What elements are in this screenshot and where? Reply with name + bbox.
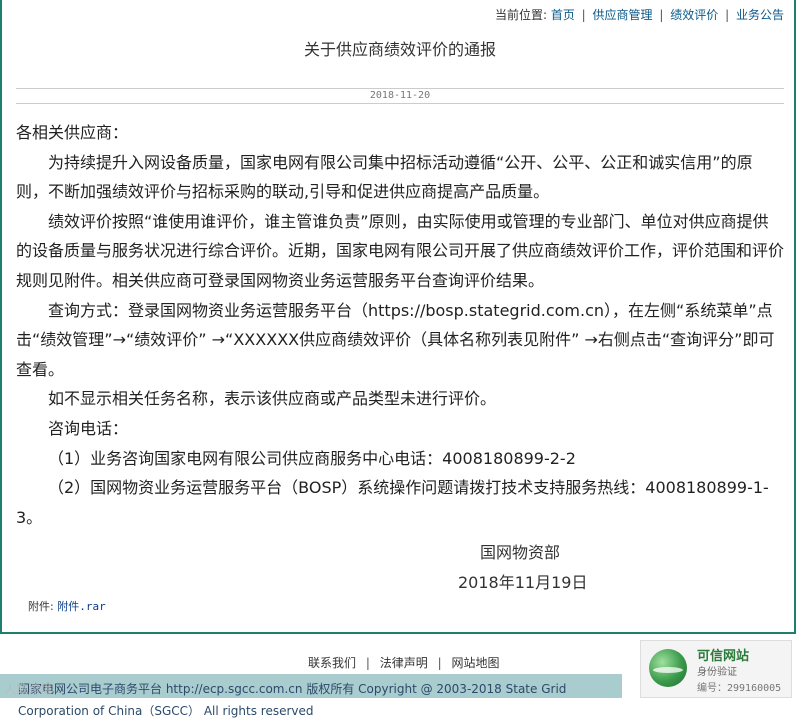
- trust-badge[interactable]: 可信网站 身份验证 编号：299160005: [640, 640, 792, 698]
- breadcrumb-prefix: 当前位置:: [494, 8, 547, 22]
- paragraph: 如不显示相关任务名称，表示该供应商或产品类型未进行评价。: [48, 389, 497, 409]
- trust-badge-subtitle: 身份验证: [697, 667, 737, 678]
- attachment: 附件: 附件.rar: [28, 598, 106, 614]
- trust-badge-title: 可信网站: [697, 649, 750, 664]
- divider: [16, 103, 784, 104]
- breadcrumb-separator: |: [659, 8, 664, 22]
- breadcrumb-home-link[interactable]: 首页: [551, 8, 575, 22]
- salutation: 各相关供应商：: [16, 123, 129, 142]
- paragraph: （2）国网物资业务运营服务平台（BOSP）系统操作问题请拨打技术支持服务热线：4…: [16, 478, 769, 527]
- publish-date: 2018-11-20: [369, 90, 431, 101]
- footer-separator: |: [365, 656, 370, 670]
- breadcrumb-notice-link[interactable]: 业务公告: [736, 8, 784, 22]
- sign-date: 2018年11月19日: [458, 573, 588, 592]
- breadcrumb-separator: |: [725, 8, 730, 22]
- breadcrumb-performance-link[interactable]: 绩效评价: [670, 8, 718, 22]
- content-panel: 当前位置: 首页 | 供应商管理 | 绩效评价 | 业务公告 关于供应商绩效评价…: [0, 0, 796, 634]
- paragraph: 查询方式：登录国网物资业务运营服务平台（https://bosp.stategr…: [16, 300, 775, 379]
- breadcrumb-separator: |: [581, 8, 586, 22]
- breadcrumb-supplier-mgmt-link[interactable]: 供应商管理: [593, 8, 653, 22]
- sitemap-link[interactable]: 网站地图: [451, 656, 499, 670]
- attachment-label: 附件:: [28, 600, 54, 613]
- paragraph: 咨询电话：: [48, 418, 129, 438]
- watermark: 人数跨境: [4, 682, 53, 696]
- breadcrumb: 当前位置: 首页 | 供应商管理 | 绩效评价 | 业务公告: [495, 6, 784, 23]
- globe-icon: [649, 649, 687, 687]
- divider: [16, 88, 784, 89]
- paragraph: （1）业务咨询国家电网有限公司供应商服务中心电话：4008180899-2-2: [48, 448, 576, 468]
- trust-badge-code: 编号：299160005: [697, 683, 782, 694]
- paragraph: 绩效评价按照“谁使用谁评价，谁主管谁负责”原则，由实际使用或管理的专业部门、单位…: [16, 211, 785, 290]
- signer: 国网物资部: [480, 543, 561, 562]
- paragraph: 为持续提升入网设备质量，国家电网有限公司集中招标活动遵循“公开、公平、公正和诚实…: [16, 152, 753, 202]
- footer-links: 联系我们 | 法律声明 | 网站地图: [308, 654, 499, 671]
- article-body: 各相关供应商： 为持续提升入网设备质量，国家电网有限公司集中招标活动遵循“公开、…: [16, 118, 784, 532]
- footer-separator: |: [437, 656, 442, 670]
- copyright-text: 国家电网公司电子商务平台 http://ecp.sgcc.com.cn 版权所有…: [18, 682, 567, 718]
- page-title: 关于供应商绩效评价的通报: [303, 40, 496, 59]
- legal-link[interactable]: 法律声明: [380, 656, 428, 670]
- attachment-link[interactable]: 附件.rar: [57, 600, 106, 613]
- contact-link[interactable]: 联系我们: [308, 656, 356, 670]
